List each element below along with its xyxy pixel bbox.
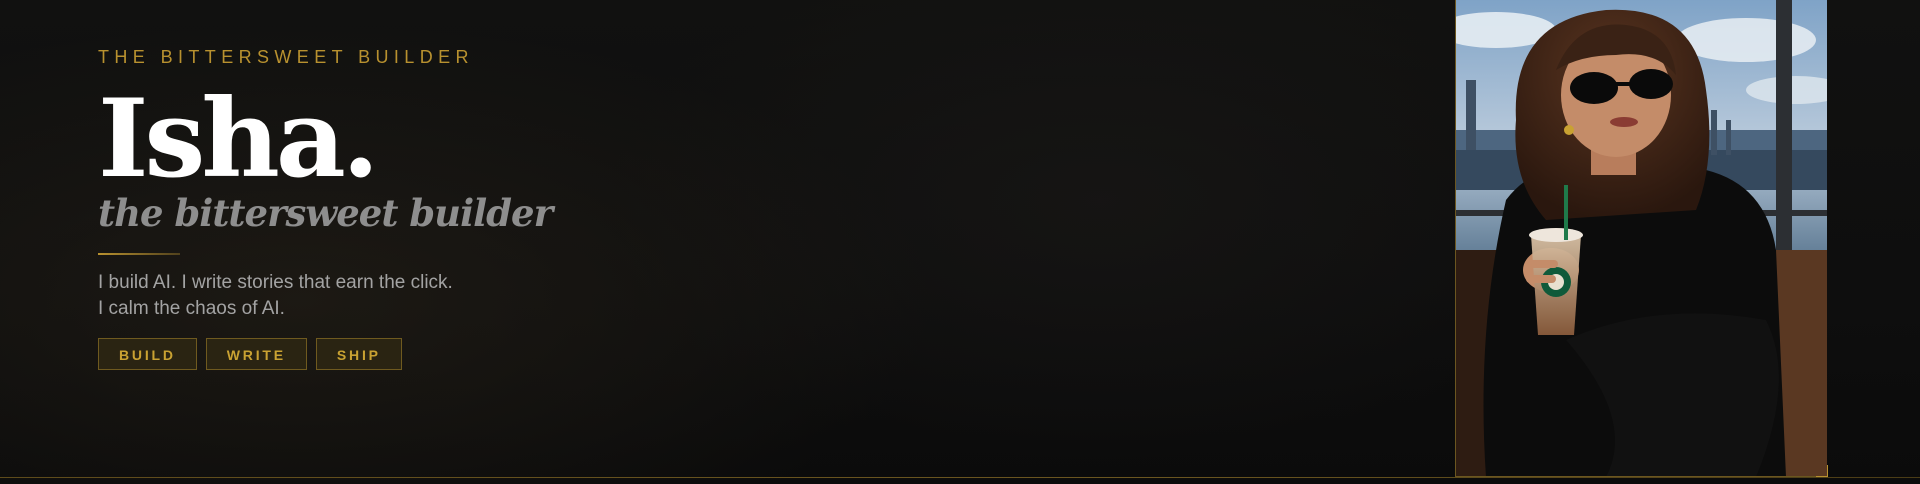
hero-tagline: the bittersweet builder <box>98 191 553 235</box>
hero-name-heading: Isha. <box>98 76 379 202</box>
bio-line: I calm the chaos of AI. <box>98 298 285 319</box>
hero-content: THE BITTERSWEET BUILDER Isha. the bitter… <box>98 47 658 370</box>
tag-build-button[interactable]: BUILD <box>98 338 197 370</box>
tag-list: BUILD WRITE SHIP <box>98 338 658 370</box>
tag-write-button[interactable]: WRITE <box>205 338 307 370</box>
section-bottom-border <box>0 477 1920 478</box>
accent-divider <box>98 253 180 255</box>
hero-section: THE BITTERSWEET BUILDER Isha. the bitter… <box>0 0 1920 484</box>
photo-corner-accent <box>1816 465 1828 477</box>
portrait-photo <box>1455 0 1827 477</box>
hero-bio: I build AI. I write stories that earn th… <box>98 270 658 322</box>
tag-ship-button[interactable]: SHIP <box>315 338 402 370</box>
hero-eyebrow: THE BITTERSWEET BUILDER <box>98 47 474 67</box>
bio-line: I build AI. I write stories that earn th… <box>98 272 453 293</box>
